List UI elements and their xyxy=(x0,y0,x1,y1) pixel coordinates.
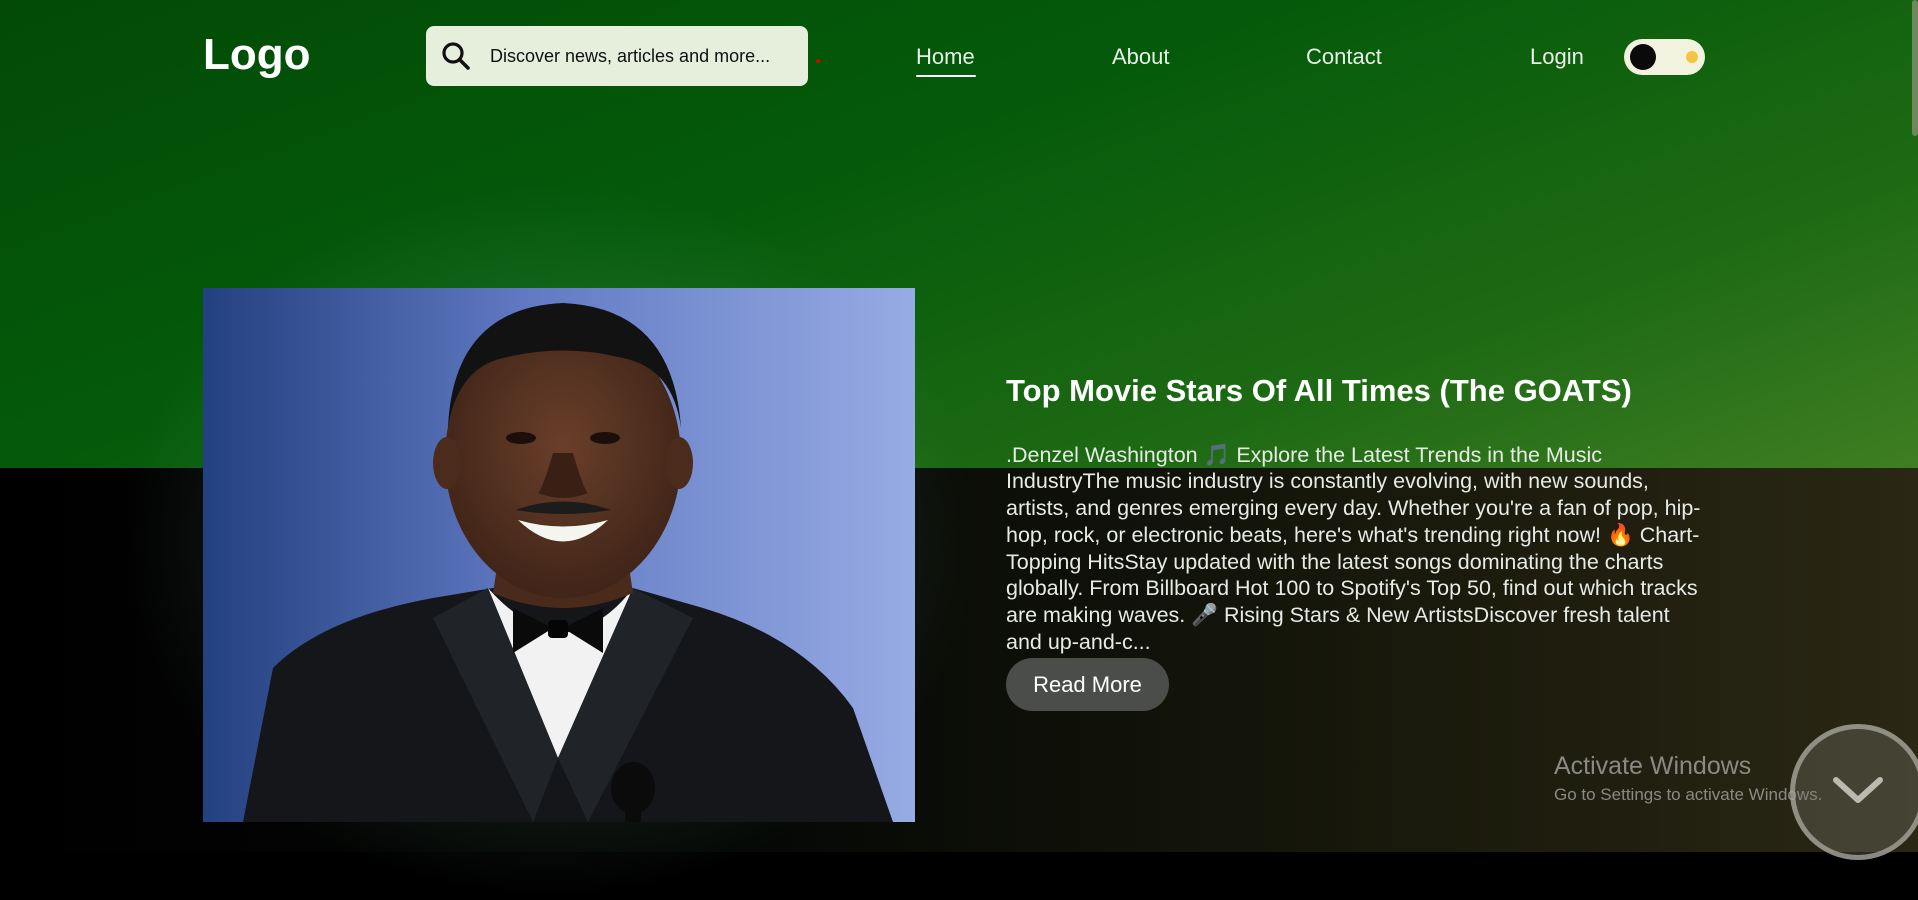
nav-about[interactable]: About xyxy=(1112,44,1170,70)
hero-image xyxy=(203,288,915,822)
toggle-knob xyxy=(1630,44,1656,70)
sun-icon xyxy=(1686,51,1698,63)
theme-toggle[interactable] xyxy=(1624,39,1705,75)
scroll-down-button[interactable] xyxy=(1790,724,1918,860)
search-input[interactable]: Discover news, articles and more... xyxy=(490,46,770,67)
read-more-button[interactable]: Read More xyxy=(1006,658,1169,711)
activate-windows-title: Activate Windows xyxy=(1554,752,1752,780)
activate-windows-subtitle: Go to Settings to activate Windows. xyxy=(1554,785,1823,804)
nav-active-underline xyxy=(916,75,976,77)
nav-contact[interactable]: Contact xyxy=(1306,44,1382,70)
article-title[interactable]: Top Movie Stars Of All Times (The GOATS) xyxy=(1006,373,1706,409)
notification-dot xyxy=(816,59,820,63)
search-icon[interactable] xyxy=(438,38,474,74)
search-bar[interactable]: Discover news, articles and more... xyxy=(426,26,808,86)
site-header: Logo Discover news, articles and more...… xyxy=(0,0,1918,115)
chevron-down-icon xyxy=(1830,772,1886,813)
nav-home[interactable]: Home xyxy=(916,44,975,70)
login-link[interactable]: Login xyxy=(1530,44,1584,70)
portrait-illustration xyxy=(203,288,915,822)
site-logo[interactable]: Logo xyxy=(203,30,311,80)
page-scrollbar[interactable] xyxy=(1912,0,1918,136)
article-excerpt: .Denzel Washington 🎵 Explore the Latest … xyxy=(1006,442,1701,655)
